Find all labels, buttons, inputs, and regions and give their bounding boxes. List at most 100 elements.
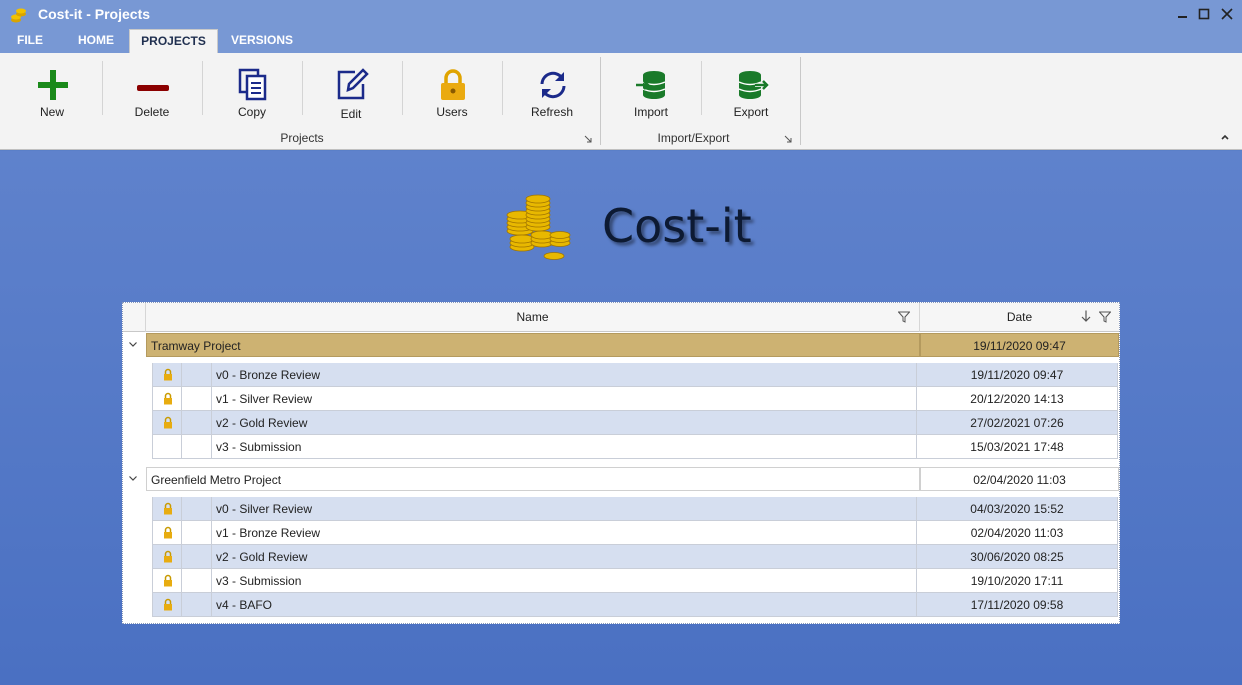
blank-cell bbox=[182, 593, 212, 617]
refresh-button-label: Refresh bbox=[530, 105, 574, 119]
lock-icon bbox=[164, 392, 172, 405]
blank-cell bbox=[182, 411, 212, 435]
lock-cell bbox=[152, 363, 182, 387]
blank-cell bbox=[182, 387, 212, 411]
lock-icon bbox=[164, 574, 172, 587]
version-name: v3 - Submission bbox=[212, 569, 917, 593]
delete-button[interactable]: Delete bbox=[102, 53, 202, 125]
edit-button[interactable]: Edit bbox=[301, 53, 401, 125]
projects-grid: Name Date Tramway Project 19/11/2020 09:… bbox=[122, 302, 1120, 624]
lock-cell bbox=[152, 521, 182, 545]
collapse-ribbon-icon[interactable] bbox=[1219, 131, 1231, 143]
tab-projects[interactable]: PROJECTS bbox=[129, 29, 218, 53]
table-row[interactable]: v2 - Gold Review 27/02/2021 07:26 bbox=[152, 411, 1118, 435]
table-row[interactable]: v0 - Bronze Review 19/11/2020 09:47 bbox=[152, 363, 1118, 387]
edit-button-label: Edit bbox=[340, 107, 362, 121]
users-button[interactable]: Users bbox=[402, 53, 502, 125]
refresh-icon bbox=[540, 71, 566, 99]
column-header-name[interactable]: Name bbox=[146, 303, 920, 332]
project-name: Greenfield Metro Project bbox=[146, 467, 920, 491]
group-divider bbox=[800, 57, 801, 145]
minimize-button[interactable] bbox=[1175, 6, 1191, 22]
filter-icon[interactable] bbox=[1099, 311, 1111, 323]
import-button[interactable]: Import bbox=[601, 53, 701, 125]
version-name: v1 - Bronze Review bbox=[212, 521, 917, 545]
lock-icon bbox=[164, 526, 172, 539]
lock-cell bbox=[152, 569, 182, 593]
lock-icon bbox=[164, 502, 172, 515]
version-name: v2 - Gold Review bbox=[212, 545, 917, 569]
version-name: v2 - Gold Review bbox=[212, 411, 917, 435]
dialog-launcher-icon[interactable] bbox=[584, 135, 592, 143]
project-date: 19/11/2020 09:47 bbox=[920, 333, 1119, 357]
new-button-label: New bbox=[39, 105, 64, 119]
grid-header: Name Date bbox=[123, 303, 1119, 332]
table-row[interactable]: v3 - Submission 19/10/2020 17:11 bbox=[152, 569, 1118, 593]
filter-icon[interactable] bbox=[898, 311, 910, 323]
ribbon-tabs: FILE HOME PROJECTS VERSIONS bbox=[0, 29, 1242, 53]
database-import-icon bbox=[636, 71, 666, 99]
lock-icon bbox=[164, 598, 172, 611]
project-row-greenfield[interactable]: Greenfield Metro Project 02/04/2020 11:0… bbox=[123, 467, 1119, 491]
chevron-down-icon[interactable] bbox=[128, 473, 138, 483]
maximize-button[interactable] bbox=[1196, 6, 1212, 22]
lock-icon bbox=[164, 550, 172, 563]
blank-cell bbox=[182, 435, 212, 459]
sort-descending-icon[interactable] bbox=[1080, 310, 1092, 322]
project-row-tramway[interactable]: Tramway Project 19/11/2020 09:47 bbox=[123, 333, 1119, 357]
import-button-label: Import bbox=[633, 105, 668, 119]
table-row[interactable]: v0 - Silver Review 04/03/2020 15:52 bbox=[152, 497, 1118, 521]
tab-home[interactable]: HOME bbox=[66, 29, 126, 53]
chevron-down-icon[interactable] bbox=[128, 339, 138, 349]
version-name: v3 - Submission bbox=[212, 435, 917, 459]
tab-file[interactable]: FILE bbox=[4, 29, 56, 53]
copy-button[interactable]: Copy bbox=[202, 53, 302, 125]
ribbon: New Delete Copy Edit Users Refresh Proje… bbox=[0, 53, 1242, 150]
lock-cell bbox=[152, 411, 182, 435]
lock-icon bbox=[441, 69, 465, 100]
close-button[interactable] bbox=[1219, 6, 1235, 22]
table-row[interactable]: v2 - Gold Review 30/06/2020 08:25 bbox=[152, 545, 1118, 569]
table-row[interactable]: v1 - Bronze Review 02/04/2020 11:03 bbox=[152, 521, 1118, 545]
coins-logo-icon bbox=[506, 194, 571, 260]
version-date: 27/02/2021 07:26 bbox=[917, 411, 1118, 435]
brand-title: Cost-it bbox=[602, 199, 752, 253]
blank-cell bbox=[182, 545, 212, 569]
group-label-import-export: Import/Export bbox=[657, 131, 730, 145]
database-export-icon bbox=[738, 71, 769, 99]
version-date: 20/12/2020 14:13 bbox=[917, 387, 1118, 411]
plus-icon bbox=[38, 70, 68, 100]
blank-cell bbox=[182, 363, 212, 387]
maximize-icon bbox=[1198, 8, 1210, 20]
main-area: Cost-it Name Date Tramway Project 19/11/… bbox=[0, 151, 1242, 685]
new-button[interactable]: New bbox=[2, 53, 102, 125]
project-date: 02/04/2020 11:03 bbox=[920, 467, 1119, 491]
group-label-projects: Projects bbox=[280, 131, 324, 145]
delete-button-label: Delete bbox=[134, 105, 170, 119]
lock-icon bbox=[164, 368, 172, 381]
users-button-label: Users bbox=[436, 105, 468, 119]
blank-cell bbox=[182, 497, 212, 521]
refresh-button[interactable]: Refresh bbox=[502, 53, 602, 125]
version-date: 30/06/2020 08:25 bbox=[917, 545, 1118, 569]
lock-cell bbox=[152, 497, 182, 521]
lock-cell bbox=[152, 435, 182, 459]
version-name: v0 - Silver Review bbox=[212, 497, 917, 521]
minimize-icon bbox=[1178, 16, 1187, 18]
coins-app-icon bbox=[11, 8, 26, 23]
table-row[interactable]: v3 - Submission 15/03/2021 17:48 bbox=[152, 435, 1118, 459]
minus-icon bbox=[137, 85, 169, 91]
table-row[interactable]: v4 - BAFO 17/11/2020 09:58 bbox=[152, 593, 1118, 617]
table-row[interactable]: v1 - Silver Review 20/12/2020 14:13 bbox=[152, 387, 1118, 411]
tab-versions[interactable]: VERSIONS bbox=[222, 29, 302, 53]
version-date: 17/11/2020 09:58 bbox=[917, 593, 1118, 617]
version-date: 19/11/2020 09:47 bbox=[917, 363, 1118, 387]
export-button[interactable]: Export bbox=[701, 53, 801, 125]
version-name: v1 - Silver Review bbox=[212, 387, 917, 411]
title-bar: Cost-it - Projects bbox=[0, 0, 1242, 29]
copy-icon bbox=[238, 68, 267, 101]
copy-button-label: Copy bbox=[237, 105, 266, 119]
header-spacer bbox=[123, 303, 146, 332]
edit-icon bbox=[337, 68, 369, 100]
dialog-launcher-icon[interactable] bbox=[784, 135, 792, 143]
